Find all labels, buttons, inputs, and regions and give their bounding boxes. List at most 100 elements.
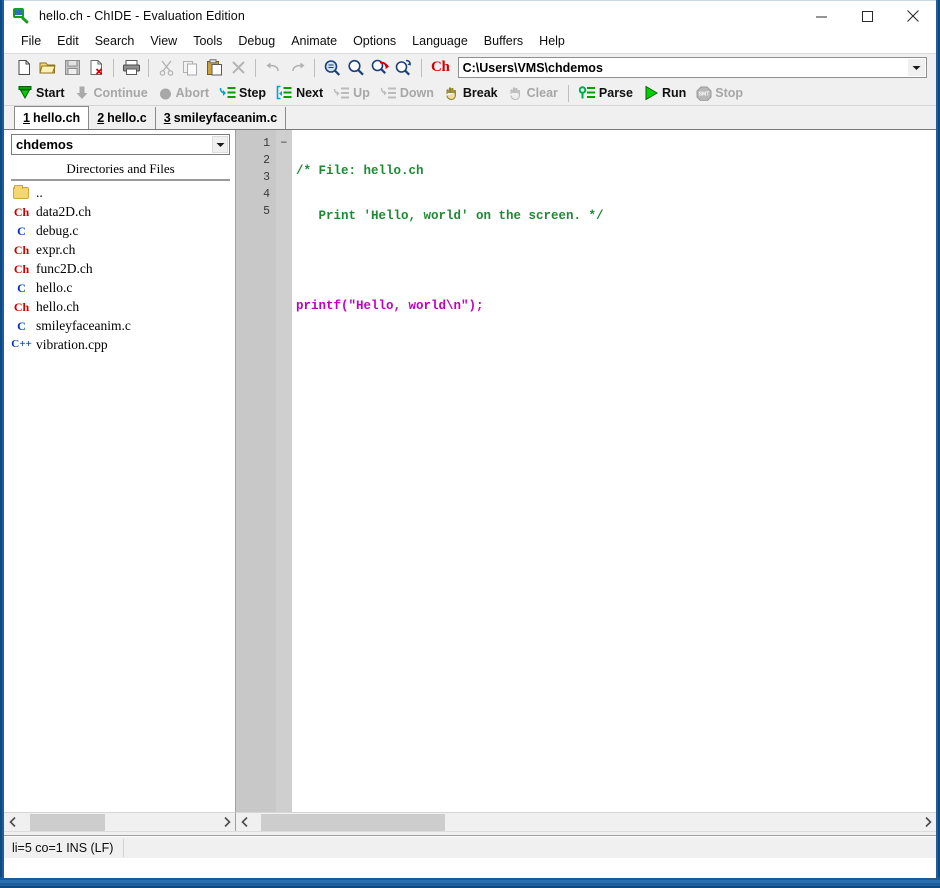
delete-button[interactable] [226,56,250,80]
menu-file[interactable]: File [13,33,49,51]
list-item[interactable]: C smileyfaceanim.c [11,316,235,335]
file-name: smileyfaceanim.c [36,317,131,333]
window-title: hello.ch - ChIDE - Evaluation Edition [39,8,245,23]
next-button[interactable]: Next [271,82,328,104]
ch-file-icon: Ch [13,242,30,257]
file-list[interactable]: .. Ch data2D.ch C debug.c Ch expr.ch Ch … [4,181,235,812]
tab-hello-c[interactable]: 2 hello.c [89,107,156,129]
redo-arrow-icon [291,62,304,71]
open-file-button[interactable] [36,56,60,80]
maximize-button[interactable] [844,1,890,31]
working-directory-combo[interactable]: C:\Users\VMS\chdemos [457,57,927,78]
horizontal-scrollbar-row [4,812,936,831]
continue-button[interactable]: Continue [69,82,152,104]
fold-margin[interactable]: − [276,130,292,812]
new-document-icon [18,60,30,75]
chevron-right-icon[interactable] [218,814,235,831]
list-item[interactable]: Ch hello.ch [11,297,235,316]
menu-options[interactable]: Options [345,33,404,51]
window-controls [798,1,936,31]
scrollbar-thumb[interactable] [30,813,105,831]
code-line: Print 'Hello, world' on the screen. */ [296,208,936,225]
find-icon [324,59,341,76]
editor-horizontal-scrollbar[interactable] [236,812,936,831]
chide-magnifier-icon [13,7,30,24]
scrollbar-track[interactable] [253,813,919,831]
file-name: hello.ch [36,298,80,314]
list-item[interactable]: C debug.c [11,221,235,240]
list-item[interactable]: C hello.c [11,278,235,297]
copy-button[interactable] [178,56,202,80]
menu-language[interactable]: Language [404,33,476,51]
scrollbar-thumb[interactable] [261,813,445,831]
continue-label: Continue [93,86,148,100]
toolbar-separator [255,58,256,77]
find-in-files-button[interactable] [392,56,416,80]
run-button[interactable]: Run [638,82,691,104]
line-number: 4 [263,188,270,201]
start-button[interactable]: Start [12,82,69,104]
save-file-button[interactable] [60,56,84,80]
step-over-icon [276,85,292,100]
chevron-right-icon[interactable] [919,814,936,831]
chevron-left-icon[interactable] [4,814,21,831]
main-body: chdemos Directories and Files .. Ch data… [4,130,936,812]
chevron-down-icon[interactable] [908,59,925,76]
down-label: Down [399,86,434,100]
fold-marker [276,186,292,203]
clear-button[interactable]: Clear [503,82,563,104]
cut-button[interactable] [154,56,178,80]
menu-help[interactable]: Help [531,33,573,51]
menu-debug[interactable]: Debug [230,33,283,51]
chevron-left-icon[interactable] [236,814,253,831]
list-item[interactable]: Ch func2D.ch [11,259,235,278]
gray-circle-icon [159,88,171,99]
new-file-button[interactable] [12,56,36,80]
menu-animate[interactable]: Animate [283,33,345,51]
menu-view[interactable]: View [142,33,185,51]
redo-button[interactable] [285,56,309,80]
paste-icon [206,59,222,76]
menu-buffers[interactable]: Buffers [476,33,531,51]
close-file-button[interactable] [84,56,108,80]
fold-marker[interactable]: − [276,135,292,152]
abort-button[interactable]: Abort [153,82,214,104]
tab-number: 2 [97,111,105,125]
step-button[interactable]: Step [214,82,271,104]
menu-tools[interactable]: Tools [185,33,230,51]
replace-button[interactable] [368,56,392,80]
break-button[interactable]: Break [439,82,503,104]
save-disk-icon [64,60,80,75]
file-name: hello.c [36,279,73,295]
undo-button[interactable] [261,56,285,80]
up-button[interactable]: Up [328,82,375,104]
list-item[interactable]: C++ vibration.cpp [11,335,235,354]
down-button[interactable]: Down [375,82,439,104]
tab-hello-ch[interactable]: 1 hello.ch [14,106,90,129]
code-editor[interactable]: 1 2 3 4 5 − /* File: hello.ch Print 'Hel… [236,130,936,812]
code-token-keyword: printf [296,299,342,313]
directory-combo[interactable]: chdemos [11,134,230,155]
stop-button[interactable]: SMT Stop [691,82,748,104]
gray-down-arrow-icon [76,86,88,99]
find-next-button[interactable] [344,56,368,80]
parse-button[interactable]: Parse [574,82,638,104]
print-button[interactable] [119,56,143,80]
menu-search[interactable]: Search [87,33,143,51]
code-text-area[interactable]: /* File: hello.ch Print 'Hello, world' o… [292,130,936,812]
chevron-down-icon[interactable] [212,136,228,153]
scrollbar-track[interactable] [21,813,218,831]
tab-smileyfaceanim-c[interactable]: 3 smileyfaceanim.c [155,107,287,129]
green-down-arrow-icon [18,86,32,100]
parse-label: Parse [598,86,633,100]
fold-marker [276,169,292,186]
sidebar-horizontal-scrollbar[interactable] [4,812,236,831]
list-item[interactable]: Ch expr.ch [11,240,235,259]
paste-button[interactable] [202,56,226,80]
minimize-button[interactable] [798,1,844,31]
list-item[interactable]: Ch data2D.ch [11,202,235,221]
list-item[interactable]: .. [11,183,235,202]
close-button[interactable] [890,1,936,31]
find-button[interactable] [320,56,344,80]
menu-edit[interactable]: Edit [49,33,87,51]
